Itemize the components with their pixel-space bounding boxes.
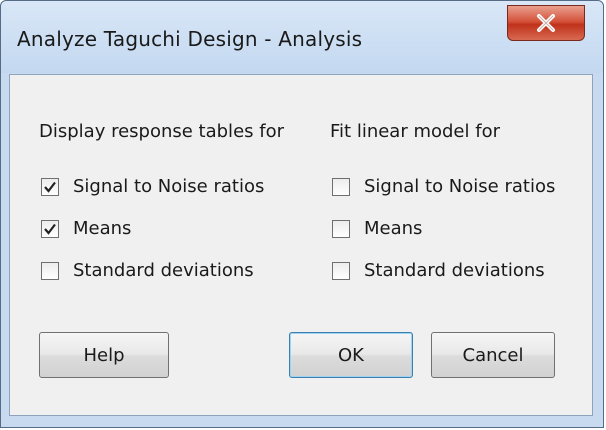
checkbox-model-std-deviations[interactable]: Standard deviations [332,260,545,281]
checkmark-icon [44,223,56,235]
checkbox-box[interactable] [332,219,350,238]
checkbox-response-means[interactable]: Means [41,218,131,239]
checkbox-box[interactable] [41,219,59,238]
checkbox-box[interactable] [332,177,350,196]
dialog-window: Analyze Taguchi Design - Analysis Displa… [0,0,604,428]
checkbox-box[interactable] [41,261,59,280]
checkbox-label: Signal to Noise ratios [73,176,265,197]
cancel-button[interactable]: Cancel [431,332,555,378]
checkmark-icon [44,181,56,193]
checkbox-label: Means [364,218,423,239]
checkbox-label: Standard deviations [73,260,254,281]
linear-model-heading: Fit linear model for [330,121,500,142]
checkbox-box[interactable] [332,261,350,280]
close-button[interactable] [507,5,585,41]
checkbox-model-means[interactable]: Means [332,218,422,239]
checkbox-response-std-deviations[interactable]: Standard deviations [41,260,254,281]
checkbox-label: Means [73,218,132,239]
checkbox-label: Signal to Noise ratios [364,176,556,197]
help-button[interactable]: Help [39,332,169,378]
checkbox-label: Standard deviations [364,260,545,281]
title-bar[interactable]: Analyze Taguchi Design - Analysis [1,1,603,73]
window-title: Analyze Taguchi Design - Analysis [17,27,363,51]
close-icon [537,14,555,32]
checkbox-model-sn-ratios[interactable]: Signal to Noise ratios [332,176,555,197]
checkbox-response-sn-ratios[interactable]: Signal to Noise ratios [41,176,264,197]
dialog-body: Display response tables for Fit linear m… [9,74,593,416]
checkbox-box[interactable] [41,177,59,196]
response-tables-heading: Display response tables for [39,121,284,142]
ok-button[interactable]: OK [289,332,413,378]
